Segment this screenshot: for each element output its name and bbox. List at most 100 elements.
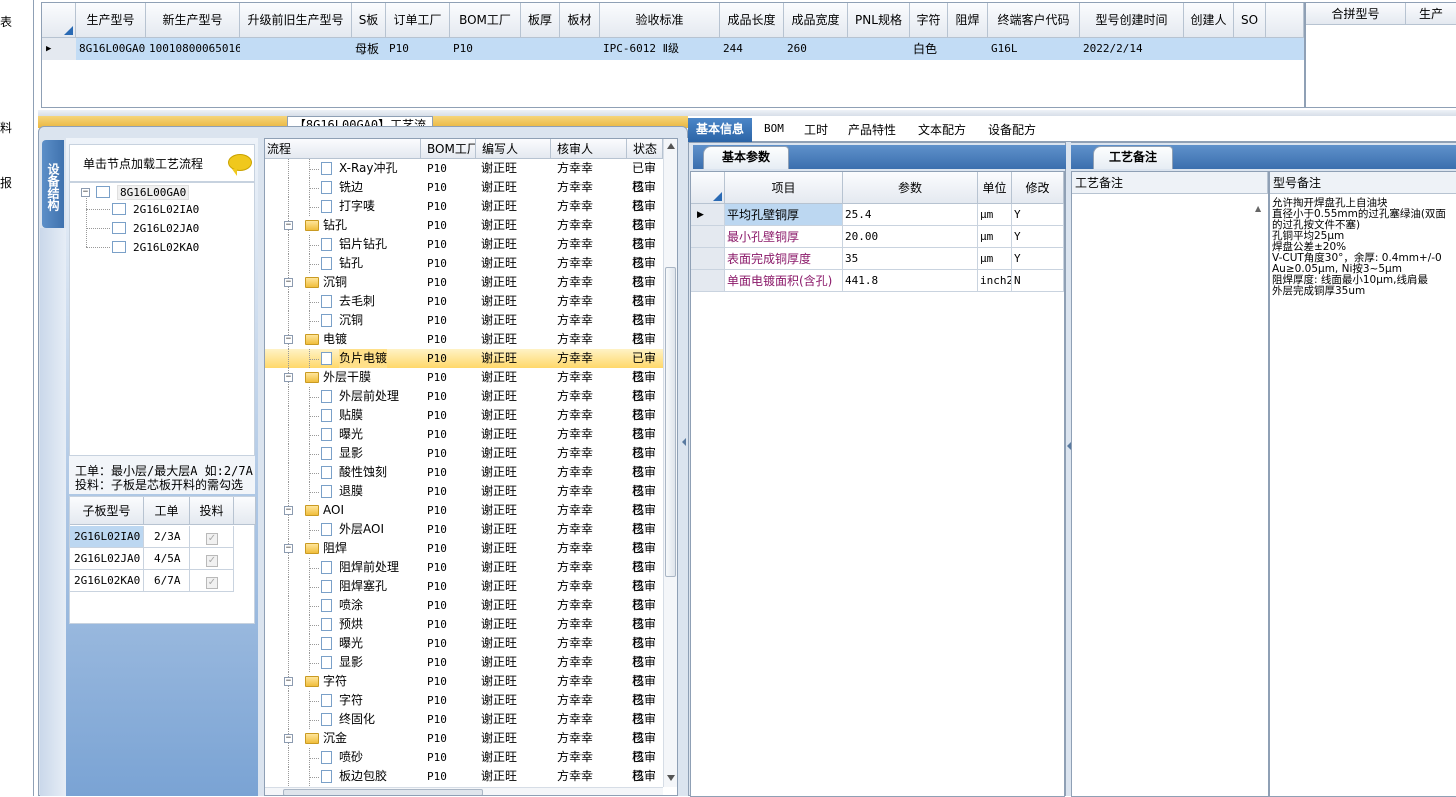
param-unit[interactable]: μm: [978, 204, 1012, 226]
model-note-text[interactable]: 允许掏开焊盘孔上自油块 直径小于0.55mm的过孔塞绿油(双面 的过孔按文件不塞) 孔…: [1272, 198, 1456, 297]
tab-text-recipe[interactable]: 文本配方: [918, 121, 966, 138]
flow-row[interactable]: 终固化 P10 谢正旺 方幸幸 已审核: [265, 710, 663, 745]
basic-params-grid[interactable]: 项目 参数 单位 修改 ▶ 平均孔壁铜厚 25.4 μm Y 最小孔壁铜厚 20.00 μm Y…: [690, 171, 1065, 797]
flow-row[interactable]: − AOI P10 谢正旺 方幸幸 已审核: [265, 501, 663, 536]
tree-child[interactable]: 2G16L02KA0: [133, 241, 199, 254]
flow-row[interactable]: − 外层干膜 P10 谢正旺 方幸幸 已审核: [265, 368, 663, 403]
param-row[interactable]: 表面完成铜厚度 35 μm Y: [691, 248, 1064, 270]
collapse-icon[interactable]: −: [284, 677, 293, 686]
cell[interactable]: 母板: [352, 38, 386, 60]
tree-child[interactable]: 2G16L02IA0: [133, 203, 199, 216]
col-header[interactable]: 型号创建时间: [1080, 3, 1184, 38]
col-header[interactable]: 板材: [560, 3, 600, 38]
col-header[interactable]: 状态: [627, 139, 663, 159]
flow-row[interactable]: 喷砂 P10 谢正旺 方幸幸 已审核: [265, 748, 663, 783]
load-hint[interactable]: 单击节点加载工艺流程: [69, 144, 255, 182]
scroll-up-icon[interactable]: [667, 143, 675, 149]
flow-row[interactable]: − 沉金 P10 谢正旺 方幸幸 已审核: [265, 729, 663, 764]
cell[interactable]: 2G16L02IA0: [70, 526, 144, 548]
col-header[interactable]: 阻焊: [948, 3, 988, 38]
col-header[interactable]: 子板型号: [70, 497, 144, 525]
param-value[interactable]: 25.4: [843, 204, 978, 226]
col-header[interactable]: 核审人: [551, 139, 627, 159]
cell[interactable]: 4/5A: [144, 548, 190, 570]
flow-row[interactable]: 阻焊塞孔 P10 谢正旺 方幸幸 已审核: [265, 577, 663, 612]
cell[interactable]: [240, 38, 352, 60]
flow-row[interactable]: 字符 P10 谢正旺 方幸幸 已审核: [265, 691, 663, 726]
tab-process-notes[interactable]: 工艺备注: [1093, 146, 1173, 169]
collapse-icon[interactable]: −: [284, 734, 293, 743]
model-tree[interactable]: − 8G16L00GA0 2G16L02IA0 2G16L02JA0 2G16L…: [69, 182, 255, 456]
flow-scrollbar[interactable]: [663, 139, 677, 787]
flow-row[interactable]: − 阻焊 P10 谢正旺 方幸幸 已审核: [265, 539, 663, 574]
flow-row[interactable]: 铝片钻孔 P10 谢正旺 方幸幸 已审核: [265, 235, 663, 270]
flow-grid[interactable]: 流程 BOM工厂 编写人 核审人 状态 X-Ray冲孔 P10 谢正旺 方幸幸 已审核铣…: [264, 138, 678, 796]
param-row[interactable]: 单面电镀面积(含孔) 441.8 inch2 N: [691, 270, 1064, 292]
col-header[interactable]: 创建人: [1184, 3, 1234, 38]
col-header[interactable]: 工单: [144, 497, 190, 525]
col-header[interactable]: 参数: [843, 172, 978, 204]
param-editable[interactable]: Y: [1012, 226, 1064, 248]
tab-equipment-recipe[interactable]: 设备配方: [988, 121, 1036, 138]
flow-row[interactable]: 喷涂 P10 谢正旺 方幸幸 已审核: [265, 596, 663, 631]
col-header[interactable]: 订单工厂: [386, 3, 450, 38]
tab-product-feature[interactable]: 产品特性: [848, 121, 896, 138]
flow-rows[interactable]: X-Ray冲孔 P10 谢正旺 方幸幸 已审核 铣边 P10 谢正旺 方幸幸 已审核 打字唛 P10 谢…: [265, 159, 663, 787]
sub-board-grid[interactable]: 子板型号 工单 投料 2G16L02IA0 2/3A ✓ 2G16L02JA0 …: [69, 496, 256, 624]
flow-row[interactable]: 去毛刺 P10 谢正旺 方幸幸 已审核: [265, 292, 663, 327]
col-header[interactable]: S板: [352, 3, 386, 38]
cell[interactable]: 2/3A: [144, 526, 190, 548]
tab-basic-params[interactable]: 基本参数: [703, 146, 789, 169]
collapse-icon[interactable]: −: [284, 373, 293, 382]
collapse-icon[interactable]: −: [284, 278, 293, 287]
flow-row[interactable]: − 钻孔 P10 谢正旺 方幸幸 已审核: [265, 216, 663, 251]
cell[interactable]: [560, 38, 600, 60]
scroll-down-icon[interactable]: [667, 775, 675, 781]
col-header[interactable]: 投料: [190, 497, 234, 525]
param-editable[interactable]: Y: [1012, 248, 1064, 270]
feed-checkbox[interactable]: ✓: [190, 548, 234, 570]
col-header[interactable]: PNL规格: [848, 3, 910, 38]
flow-row[interactable]: 酸性蚀刻 P10 谢正旺 方幸幸 已审核: [265, 463, 663, 498]
top-grid[interactable]: 生产型号 新生产型号 升级前旧生产型号 S板 订单工厂 BOM工厂 板厚 板材 …: [41, 2, 1305, 108]
tree-child[interactable]: 2G16L02JA0: [133, 222, 199, 235]
col-header[interactable]: 生产: [1406, 3, 1456, 25]
cell[interactable]: [848, 38, 910, 60]
flow-row[interactable]: 外层AOI P10 谢正旺 方幸幸 已审核: [265, 520, 663, 555]
feed-checkbox[interactable]: ✓: [190, 570, 234, 592]
col-header[interactable]: BOM工厂: [450, 3, 521, 38]
cell[interactable]: 260: [784, 38, 848, 60]
collapse-icon[interactable]: −: [284, 544, 293, 553]
param-editable[interactable]: N: [1012, 270, 1064, 292]
col-header[interactable]: BOM工厂: [421, 139, 476, 159]
scroll-thumb[interactable]: [665, 267, 676, 577]
merge-grid[interactable]: 合拼型号 生产: [1305, 2, 1456, 108]
col-header[interactable]: 修改: [1012, 172, 1064, 204]
col-header[interactable]: 成品长度: [720, 3, 784, 38]
collapse-arrow-icon[interactable]: [682, 438, 686, 446]
col-header[interactable]: 生产型号: [76, 3, 146, 38]
collapse-icon[interactable]: −: [284, 335, 293, 344]
collapse-icon[interactable]: −: [81, 188, 90, 197]
cell[interactable]: IPC-6012 Ⅱ级: [600, 38, 720, 60]
flow-row[interactable]: 显影 P10 谢正旺 方幸幸 已审核: [265, 653, 663, 688]
flow-row[interactable]: 沉铜 P10 谢正旺 方幸幸 已审核: [265, 311, 663, 346]
col-header[interactable]: 字符: [910, 3, 948, 38]
hscroll-thumb[interactable]: [283, 789, 483, 795]
flow-row[interactable]: − 字符 P10 谢正旺 方幸幸 已审核: [265, 672, 663, 707]
col-header[interactable]: 单位: [978, 172, 1012, 204]
flow-row[interactable]: 预烘 P10 谢正旺 方幸幸 已审核: [265, 615, 663, 650]
cell[interactable]: [521, 38, 560, 60]
col-header[interactable]: 项目: [725, 172, 843, 204]
tab-basic-info[interactable]: 基本信息: [688, 118, 752, 142]
param-rows[interactable]: ▶ 平均孔壁铜厚 25.4 μm Y 最小孔壁铜厚 20.00 μm Y 表面完成铜厚度 35 μm Y…: [691, 204, 1064, 304]
flow-row[interactable]: 曝光 P10 谢正旺 方幸幸 已审核: [265, 634, 663, 669]
param-value[interactable]: 20.00: [843, 226, 978, 248]
vertical-splitter[interactable]: [678, 138, 688, 796]
tree-root[interactable]: 8G16L00GA0: [117, 185, 190, 200]
flow-row[interactable]: X-Ray冲孔 P10 谢正旺 方幸幸 已审核: [265, 159, 663, 194]
flow-row[interactable]: 外层前处理 P10 谢正旺 方幸幸 已审核: [265, 387, 663, 422]
cell[interactable]: 2G16L02JA0: [70, 548, 144, 570]
param-value[interactable]: 441.8: [843, 270, 978, 292]
param-row[interactable]: 最小孔壁铜厚 20.00 μm Y: [691, 226, 1064, 248]
